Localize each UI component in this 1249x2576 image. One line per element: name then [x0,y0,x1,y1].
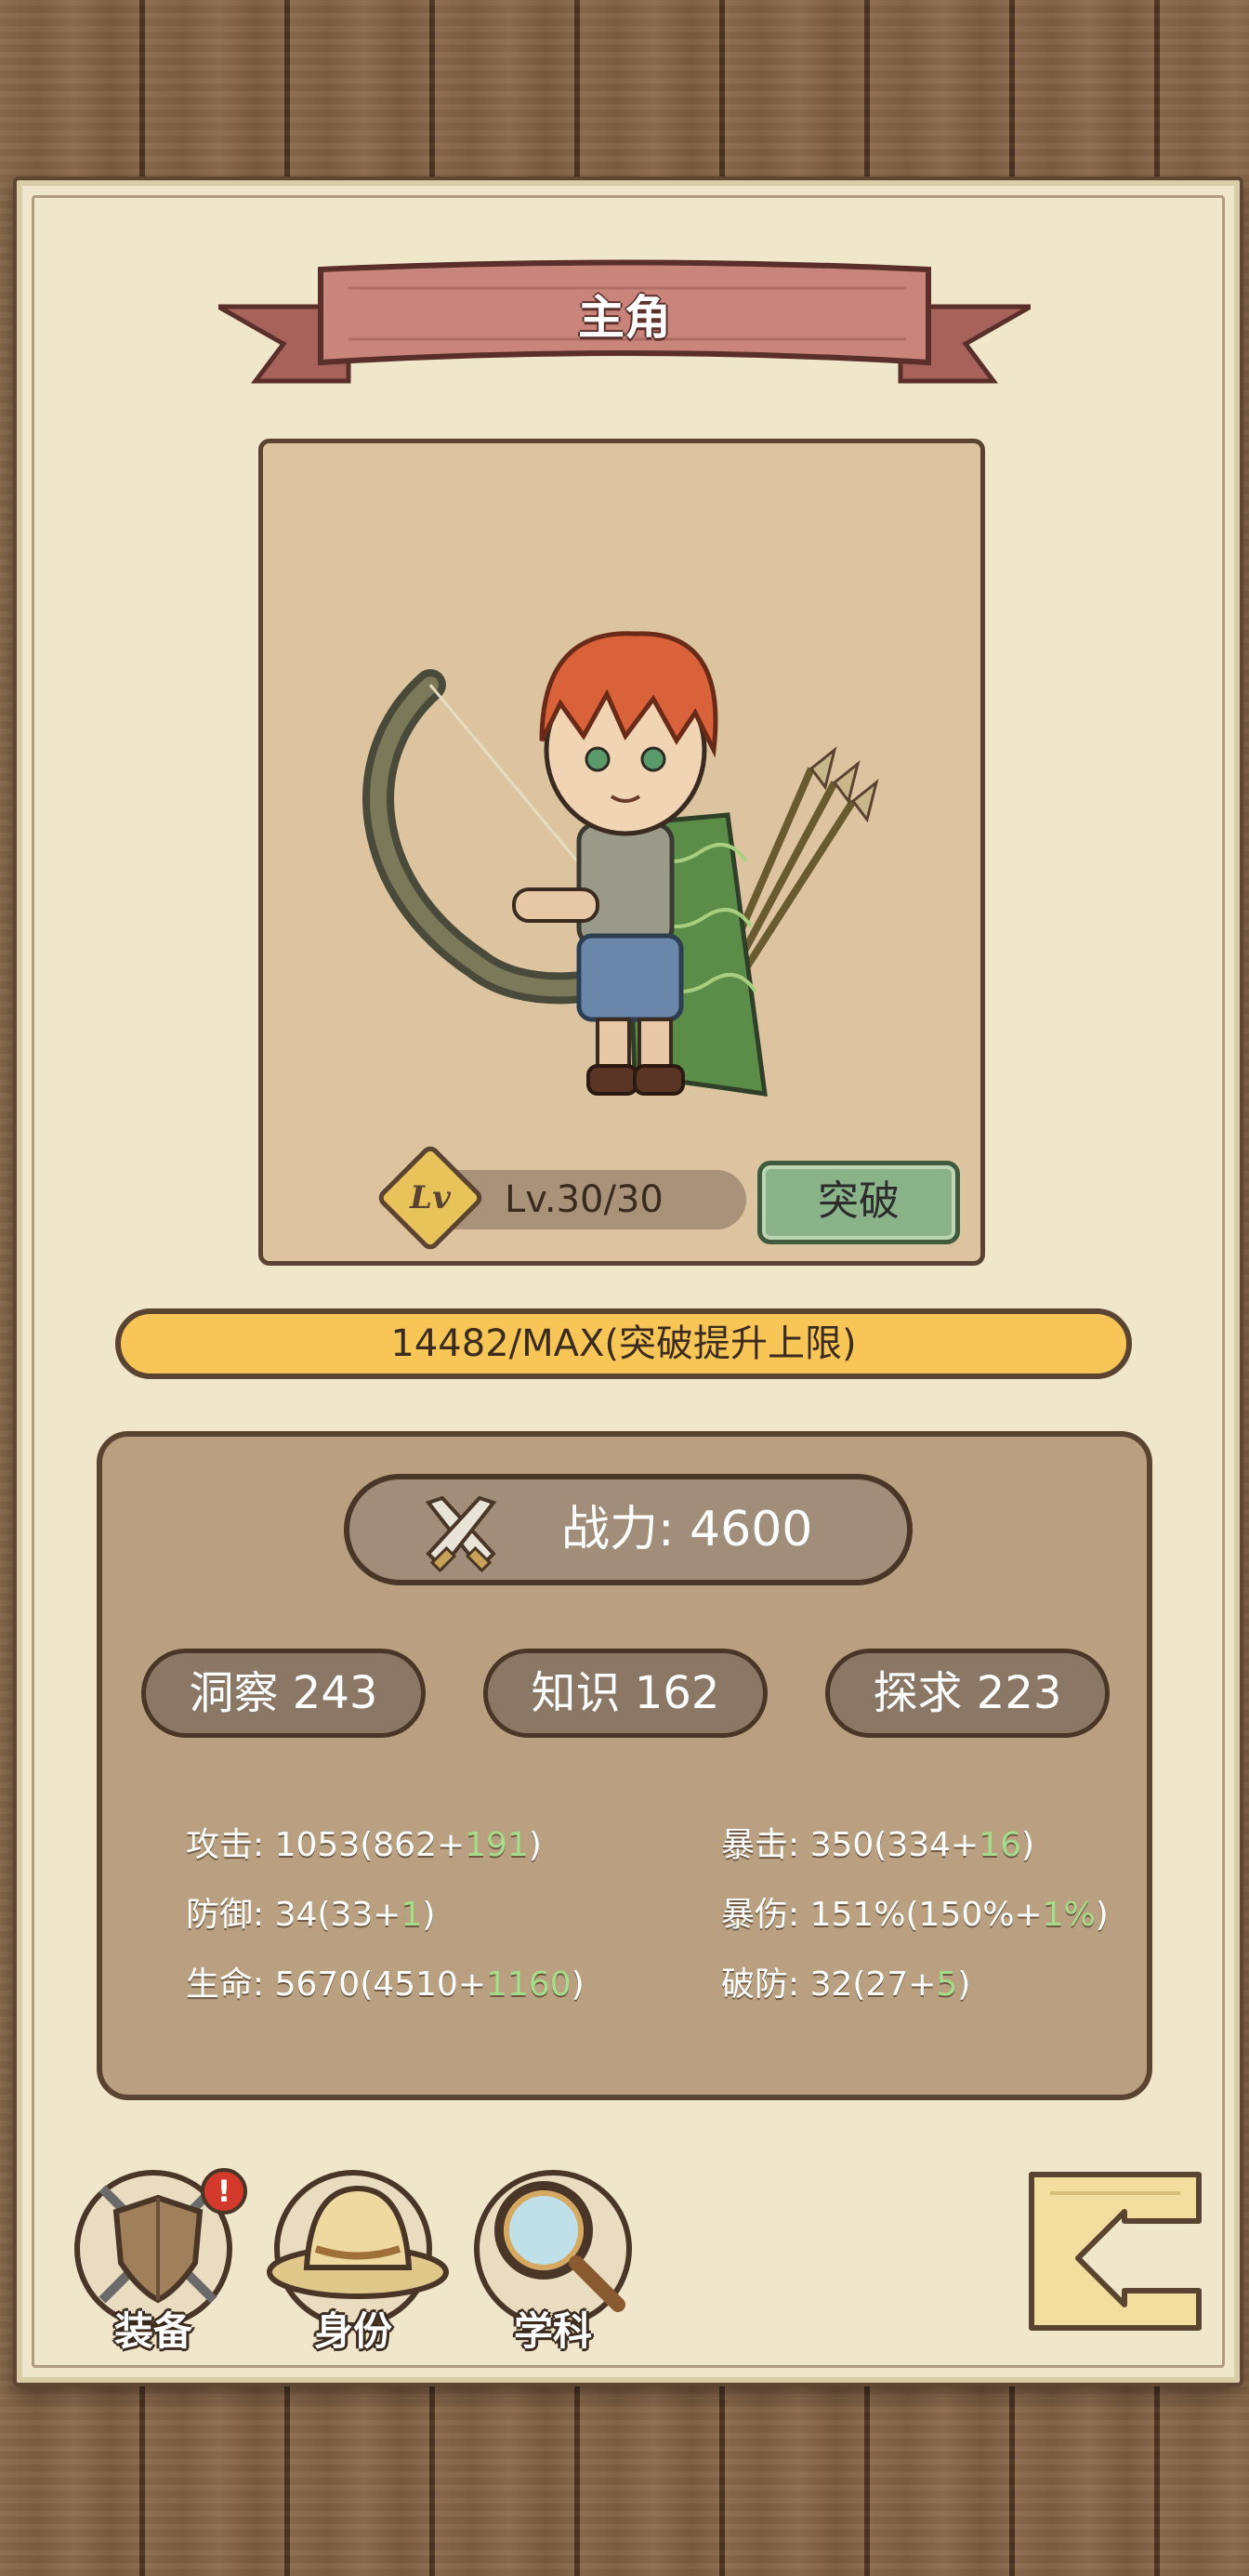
title-banner: 主角 [218,251,1031,390]
crossed-swords-icon [425,1495,497,1573]
stats-panel: 战力: 4600 洞察 243 知识 162 探求 223 攻击: 1053(8… [97,1431,1152,2100]
breakthrough-button[interactable]: 突破 [757,1161,960,1244]
stat-hp-bonus: 1160 [486,1965,572,2004]
page-title: 主角 [578,291,671,345]
stat-crit-damage-bonus: 1% [1042,1896,1096,1934]
attribute-insight: 洞察 243 [141,1649,426,1738]
nav-equipment-button[interactable]: ! 装备 [65,2161,251,2356]
nav-subject-button[interactable]: 学科 [465,2161,651,2356]
stat-attack: 攻击: 1053(862+191) [186,1818,542,1866]
stat-hp-close: ) [571,1965,585,2004]
hero-portrait-card: Lv Lv.30/30 突破 [258,439,985,1266]
stat-hp: 生命: 5670(4510+1160) [186,1957,585,2005]
nav-identity-button[interactable]: 身份 [265,2161,451,2356]
level-bar: Lv Lv.30/30 [375,1142,746,1254]
stat-crit-close: ) [1021,1826,1035,1864]
stat-crit-damage-close: ) [1095,1896,1109,1934]
magnifier-icon [494,2181,625,2312]
stat-crit-bonus: 16 [979,1826,1022,1864]
alert-badge: ! [201,2168,247,2215]
stat-hp-base: 生命: 5670(4510+ [186,1965,487,2004]
stat-attack-close: ) [528,1826,542,1864]
nav-equipment-label: 装备 [113,2308,192,2354]
stat-defense: 防御: 34(33+1) [186,1887,435,1936]
exp-text: 14482/MAX(突破提升上限) [390,1322,857,1365]
level-text: Lv.30/30 [505,1178,664,1221]
stat-crit-base: 暴击: 350(334+ [721,1826,979,1864]
nav-subject-label: 学科 [513,2308,592,2354]
level-badge-text: Lv [410,1179,451,1216]
archer-hero-icon [362,631,879,1097]
attribute-exploration: 探求 223 [825,1649,1110,1738]
stat-attack-bonus: 191 [465,1826,529,1864]
exp-progress-bar: 14482/MAX(突破提升上限) [115,1308,1132,1379]
back-button[interactable] [1013,2156,1217,2342]
stat-crit-damage-base: 暴伤: 151%(150%+ [721,1896,1043,1934]
stat-armor-pen-bonus: 5 [936,1965,958,2004]
stat-armor-pen-base: 破防: 32(27+ [721,1965,937,2004]
stat-defense-base: 防御: 34(33+ [186,1896,401,1934]
stat-crit-damage: 暴伤: 151%(150%+1%) [721,1887,1109,1936]
stat-crit: 暴击: 350(334+16) [721,1818,1034,1866]
attribute-knowledge: 知识 162 [483,1649,768,1738]
back-arrow-icon [1029,2172,1202,2331]
hat-icon [267,2185,449,2299]
stat-armor-pen: 破防: 32(27+5) [721,1957,970,2005]
stat-defense-bonus: 1 [401,1896,423,1934]
stat-defense-close: ) [422,1896,436,1934]
combat-power-pill: 战力: 4600 [344,1474,913,1585]
stat-armor-pen-close: ) [957,1965,971,2004]
nav-identity-label: 身份 [313,2308,392,2354]
combat-power-text: 战力: 4600 [561,1502,813,1557]
stat-attack-base: 攻击: 1053(862+ [186,1826,466,1864]
